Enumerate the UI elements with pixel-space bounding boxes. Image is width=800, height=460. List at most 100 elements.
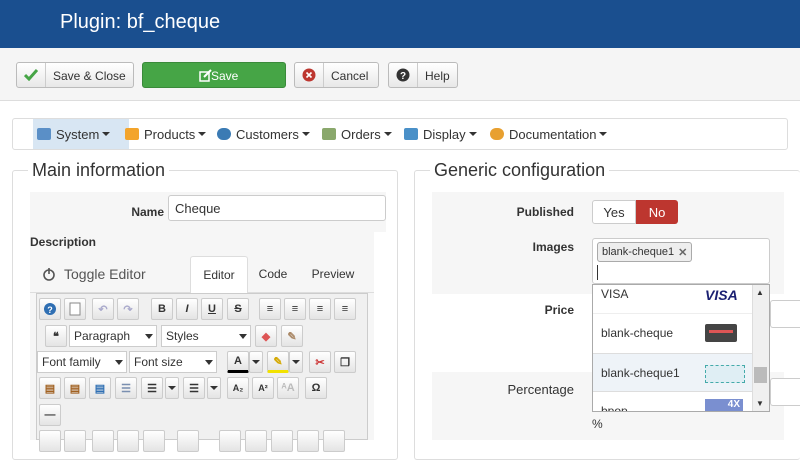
font-family-value: Font family <box>42 355 101 369</box>
tab-preview[interactable]: Preview <box>302 256 364 292</box>
font-family-select[interactable]: Font family <box>37 351 127 373</box>
toolbar-row6-icon-9[interactable] <box>271 430 293 452</box>
horizontal-rule-icon[interactable]: — <box>39 404 61 426</box>
name-value: Cheque <box>175 201 221 216</box>
cancel-button[interactable]: Cancel <box>294 62 379 88</box>
dropdown-scrollbar[interactable]: ▲ ▼ <box>752 285 769 411</box>
toggle-editor-label: Toggle Editor <box>64 266 146 282</box>
page-header: Plugin: bf_cheque <box>0 0 800 48</box>
font-size-value: Font size <box>134 355 183 369</box>
toggle-editor-button[interactable]: Toggle Editor <box>42 266 146 282</box>
people-icon <box>217 128 231 140</box>
cleanup-icon[interactable]: ✎ <box>281 325 303 347</box>
name-input[interactable]: Cheque <box>168 195 386 221</box>
italic-icon[interactable]: I <box>176 298 198 320</box>
scroll-down-icon[interactable]: ▼ <box>756 399 764 408</box>
option-label: bpop <box>601 403 628 412</box>
toolbar-row6-icon-11[interactable] <box>323 430 345 452</box>
price-input[interactable] <box>770 300 800 328</box>
bold-icon[interactable]: B <box>151 298 173 320</box>
tab-editor[interactable]: Editor <box>190 256 248 294</box>
help-button[interactable]: ? Help <box>388 62 458 88</box>
scroll-thumb[interactable] <box>754 367 767 383</box>
bullet-list-icon[interactable]: ☰ <box>183 377 205 399</box>
menu-documentation-label: Documentation <box>509 126 597 142</box>
image-icon[interactable] <box>92 430 114 452</box>
numbered-list-icon[interactable]: ☰ <box>141 377 163 399</box>
align-center-icon[interactable]: ≡ <box>284 298 306 320</box>
toolbar-row6-icon-4[interactable] <box>117 430 139 452</box>
align-justify-icon[interactable]: ≡ <box>259 298 281 320</box>
special-character-icon[interactable]: Ω <box>305 377 327 399</box>
dropdown-option-blank-cheque[interactable]: blank-cheque <box>593 313 753 351</box>
option-label: VISA <box>601 287 629 301</box>
eraser-icon[interactable]: ◆ <box>255 325 277 347</box>
scroll-up-icon[interactable]: ▲ <box>756 288 764 297</box>
highlight-dropdown[interactable] <box>289 351 303 373</box>
dropdown-option-blank-cheque1[interactable]: blank-cheque1 <box>593 353 753 391</box>
option-label: blank-cheque1 <box>601 365 680 380</box>
toolbar-row6-icon-5[interactable] <box>143 430 165 452</box>
save-label: Save <box>211 69 239 83</box>
toolbar-row6-icon-10[interactable] <box>297 430 319 452</box>
paste-text-icon[interactable]: ▤ <box>64 377 86 399</box>
toolbar-row6-icon-1[interactable] <box>39 430 61 452</box>
cut-icon[interactable]: ✂ <box>309 351 331 373</box>
subscript-icon[interactable]: A₂ <box>227 377 249 399</box>
percent-sign: % <box>592 417 603 431</box>
new-document-icon[interactable] <box>64 298 86 320</box>
menu-orders-label: Orders <box>341 126 381 142</box>
name-label: Name <box>131 205 164 219</box>
menu-display[interactable]: Display <box>404 119 490 149</box>
published-no-button[interactable]: No <box>636 200 678 224</box>
images-multiselect[interactable]: blank-cheque1 ✕ <box>592 238 770 284</box>
menu-system[interactable]: System <box>33 119 129 149</box>
undo-icon[interactable]: ↶ <box>92 298 114 320</box>
styles-select[interactable]: Styles <box>161 325 251 347</box>
generic-configuration-title: Generic configuration <box>430 160 610 181</box>
paste-word-icon[interactable]: ▤ <box>89 377 111 399</box>
menu-customers[interactable]: Customers <box>217 119 321 149</box>
save-button[interactable]: Save <box>142 62 286 88</box>
strikethrough-icon[interactable]: S <box>227 298 249 320</box>
toolbar-row6-icon-6[interactable] <box>177 430 199 452</box>
dropdown-option-bpop[interactable]: bpop 4X <box>593 391 753 412</box>
remove-tag-icon[interactable]: ✕ <box>678 246 687 259</box>
text-color-dropdown[interactable] <box>249 351 263 373</box>
align-right-icon[interactable]: ≡ <box>334 298 356 320</box>
menu-products[interactable]: Products <box>125 119 223 149</box>
image-tag: blank-cheque1 ✕ <box>597 242 693 262</box>
toolbar-row6-icon-7[interactable] <box>219 430 241 452</box>
toolbar-row6-icon-8[interactable] <box>245 430 267 452</box>
font-size-select[interactable]: Font size <box>129 351 217 373</box>
save-close-button[interactable]: Save & Close <box>16 62 134 88</box>
tab-code[interactable]: Code <box>248 256 298 292</box>
text-cursor <box>597 265 598 280</box>
outdent-icon[interactable]: ☰ <box>115 377 137 399</box>
images-dropdown-list: VISA VISA blank-cheque blank-cheque1 bpo… <box>592 284 770 412</box>
svg-text:?: ? <box>400 71 406 82</box>
highlight-icon[interactable]: ✎ <box>267 351 289 373</box>
bullet-list-dropdown[interactable] <box>207 377 221 399</box>
percentage-input[interactable] <box>770 378 800 406</box>
copy-icon[interactable]: ❐ <box>334 351 356 373</box>
help-icon[interactable]: ? <box>39 298 61 320</box>
superscript-icon[interactable]: A² <box>252 377 274 399</box>
redo-icon[interactable]: ↷ <box>117 298 139 320</box>
published-yes-button[interactable]: Yes <box>592 200 636 224</box>
toolbar-row6-icon-2[interactable] <box>64 430 86 452</box>
text-color-icon[interactable]: A <box>227 351 249 373</box>
box-icon <box>125 128 139 140</box>
align-left-icon[interactable]: ≡ <box>309 298 331 320</box>
paragraph-select[interactable]: Paragraph <box>69 325 157 347</box>
blockquote-icon[interactable]: ❝ <box>45 325 67 347</box>
menu-orders[interactable]: Orders <box>322 119 402 149</box>
font-dialog-icon[interactable]: ᴬA <box>277 377 299 399</box>
menu-documentation[interactable]: Documentation <box>490 119 620 149</box>
paste-icon[interactable]: ▤ <box>39 377 61 399</box>
screen-icon <box>404 128 418 140</box>
dropdown-option-visa[interactable]: VISA VISA <box>593 285 753 313</box>
underline-icon[interactable]: U <box>201 298 223 320</box>
cheque1-thumbnail <box>705 365 745 383</box>
numbered-list-dropdown[interactable] <box>165 377 179 399</box>
